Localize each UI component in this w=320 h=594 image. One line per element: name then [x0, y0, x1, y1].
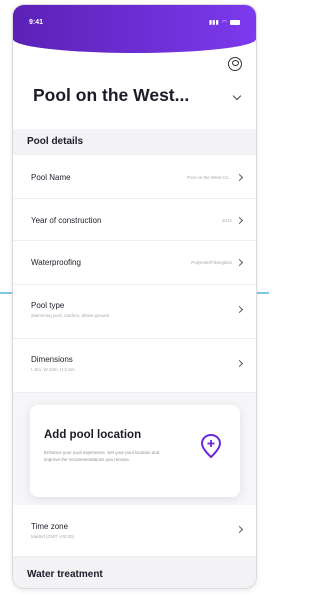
section-header-pool-details: Pool details: [13, 129, 256, 155]
card-title: Add pool location: [44, 429, 142, 441]
row-value: 2012: [221, 218, 232, 223]
chevron-right-icon: [235, 359, 244, 368]
status-bar: 9:41 ▮▮▮ ◠: [13, 5, 256, 53]
signal-icon: ▮▮▮: [208, 20, 219, 26]
profile-icon[interactable]: [228, 57, 242, 71]
wifi-icon: ◠: [221, 20, 227, 26]
chevron-right-icon: [235, 258, 244, 267]
row-time-zone[interactable]: Time zone Madrid (GMT +02:00): [13, 505, 256, 557]
row-label: Waterproofing: [31, 258, 81, 267]
section-title: Water treatment: [27, 569, 103, 580]
row-subtext: L:5m, W:10m, H:2.5m: [31, 367, 75, 372]
location-add-icon[interactable]: [200, 433, 222, 459]
row-label: Dimensions: [31, 355, 73, 364]
chevron-down-icon[interactable]: [232, 91, 242, 101]
status-time: 9:41: [29, 19, 44, 26]
row-value: Pool on the West Co...: [187, 175, 232, 180]
chevron-right-icon: [235, 305, 244, 314]
status-icons: ▮▮▮ ◠: [209, 19, 240, 26]
card-description: Enhance your pool experience. Set your p…: [44, 450, 160, 462]
row-pool-type[interactable]: Pool type Swimming pool, outdoor, above …: [13, 285, 256, 339]
row-label: Pool Name: [31, 173, 71, 182]
row-year-of-construction[interactable]: Year of construction 2012: [13, 199, 256, 241]
row-label: Pool type: [31, 301, 65, 310]
row-value: Polyester/Fiberglass: [191, 260, 232, 265]
row-pool-name[interactable]: Pool Name Pool on the West Co...: [13, 155, 256, 199]
page-title: Pool on the West...: [33, 85, 190, 105]
row-waterproofing[interactable]: Waterproofing Polyester/Fiberglass: [13, 241, 256, 285]
chevron-right-icon: [235, 216, 244, 225]
row-label: Year of construction: [31, 216, 102, 225]
row-subtext: Madrid (GMT +02:00): [31, 534, 75, 539]
chevron-right-icon: [235, 525, 244, 534]
row-dimensions[interactable]: Dimensions L:5m, W:10m, H:2.5m: [13, 339, 256, 393]
section-title: Pool details: [27, 136, 84, 147]
battery-icon: [230, 20, 240, 25]
phone-frame: 9:41 ▮▮▮ ◠ Pool on the West... Pool deta…: [12, 4, 257, 589]
row-subtext: Swimming pool, outdoor, above ground: [31, 313, 110, 318]
add-location-card[interactable]: Add pool location Enhance your pool expe…: [30, 405, 240, 497]
section-header-water-treatment: Water treatment: [13, 557, 256, 588]
chevron-right-icon: [235, 173, 244, 182]
row-label: Time zone: [31, 522, 69, 531]
